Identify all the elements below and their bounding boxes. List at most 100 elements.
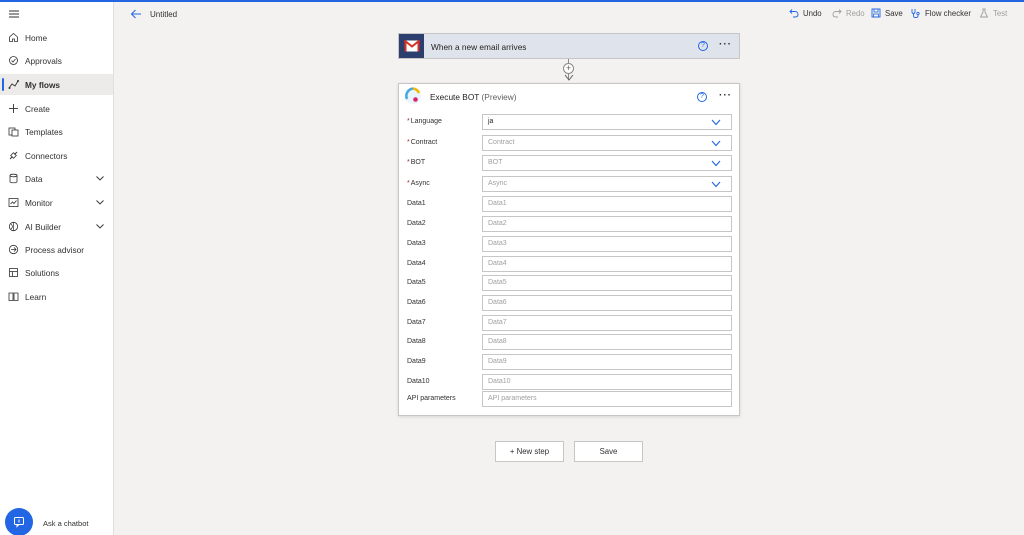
field-placeholder: BOT (488, 159, 503, 166)
field-row-data5: Data5 Data5 (399, 275, 739, 293)
field-placeholder: Data5 (488, 279, 507, 286)
sidebar-item-label: Learn (25, 291, 47, 302)
arrow-down-icon (564, 74, 574, 81)
test-button[interactable]: Test (979, 8, 1007, 18)
chevron-down-icon[interactable] (95, 173, 105, 183)
new-step-button[interactable]: + New step (495, 441, 564, 462)
chevron-down-icon[interactable] (711, 181, 721, 188)
undo-label: Undo (803, 8, 822, 18)
field-label-text: Async (410, 180, 430, 187)
field-label-text: API parameters (407, 395, 456, 402)
field-placeholder: Data10 (488, 378, 511, 385)
chevron-down-icon[interactable] (711, 119, 721, 126)
input-data5[interactable]: Data5 (482, 275, 732, 291)
save-button[interactable]: Save (574, 441, 643, 462)
sidebar-item-my-flows[interactable]: My flows (0, 74, 113, 95)
field-label-text: Data1 (407, 200, 426, 207)
sidebar-item-label: Process advisor (25, 244, 85, 255)
sidebar-item-ai-builder[interactable]: AI Builder (0, 216, 113, 237)
field-label: Data7 (407, 319, 426, 326)
input-api-parameters[interactable]: API parameters (482, 391, 732, 407)
trigger-card[interactable]: When a new email arrives ? ··· (398, 33, 740, 59)
back-arrow-icon[interactable] (130, 8, 142, 20)
field-label: API parameters (407, 395, 456, 402)
sidebar-item-home[interactable]: Home (0, 27, 113, 48)
chatbot-label[interactable]: Ask a chatbot (43, 519, 88, 528)
sidebar-item-connectors[interactable]: Connectors (0, 145, 113, 166)
solutions-icon (8, 267, 19, 278)
input-data7[interactable]: Data7 (482, 315, 732, 331)
field-label: Data8 (407, 338, 426, 345)
input-data1[interactable]: Data1 (482, 196, 732, 212)
field-row-api-parameters: API parameters API parameters (399, 391, 739, 409)
chatbot-icon (14, 517, 24, 528)
save-toolbar-button[interactable]: Save (871, 8, 903, 18)
sidebar-item-label: Connectors (25, 150, 68, 161)
field-placeholder: Data1 (488, 200, 507, 207)
sidebar-item-label: Data (25, 173, 43, 184)
help-icon[interactable]: ? (697, 92, 707, 102)
field-row-data3: Data3 Data3 (399, 236, 739, 254)
chevron-down-icon[interactable] (711, 140, 721, 147)
redo-button[interactable]: Redo (832, 8, 865, 18)
sidebar-item-solutions[interactable]: Solutions (0, 262, 113, 283)
redo-icon (832, 9, 842, 18)
more-options-icon[interactable]: ··· (719, 90, 732, 101)
field-label-text: Data7 (407, 319, 426, 326)
sidebar-item-templates[interactable]: Templates (0, 121, 113, 142)
approvals-icon (8, 55, 19, 66)
trigger-title: When a new email arrives (431, 42, 527, 52)
sidebar-item-approvals[interactable]: Approvals (0, 50, 113, 71)
input-data9[interactable]: Data9 (482, 354, 732, 370)
sidebar-item-data[interactable]: Data (0, 168, 113, 189)
chevron-down-icon[interactable] (95, 221, 105, 231)
field-placeholder: Data8 (488, 338, 507, 345)
field-label: Data10 (407, 378, 430, 385)
sidebar-item-process-advisor[interactable]: Process advisor (0, 239, 113, 260)
field-placeholder: Async (488, 180, 508, 187)
input-data3[interactable]: Data3 (482, 236, 732, 252)
field-label: Data2 (407, 220, 426, 227)
chevron-down-icon[interactable] (95, 197, 105, 207)
flow-title[interactable]: Untitled (150, 10, 177, 19)
dropdown-async[interactable]: Async (482, 176, 732, 192)
more-options-icon[interactable]: ··· (719, 39, 732, 50)
field-label-text: Data3 (407, 240, 426, 247)
learn-icon (8, 291, 19, 302)
sidebar-item-label: Home (25, 32, 48, 43)
hamburger-menu-icon[interactable] (8, 8, 20, 20)
flow-checker-button[interactable]: Flow checker (910, 8, 971, 19)
action-card-header[interactable]: Execute BOT (Preview) ? ··· (399, 84, 739, 110)
input-data6[interactable]: Data6 (482, 295, 732, 311)
required-marker: * (407, 118, 410, 125)
field-label: Data5 (407, 279, 426, 286)
field-label-text: Contract (410, 139, 438, 146)
undo-button[interactable]: Undo (789, 8, 822, 18)
field-label-text: Language (410, 118, 442, 125)
field-label: Data6 (407, 299, 426, 306)
sidebar-item-label: Monitor (25, 197, 53, 208)
field-placeholder: Data9 (488, 358, 507, 365)
sidebar-item-create[interactable]: Create (0, 98, 113, 119)
input-data10[interactable]: Data10 (482, 374, 732, 390)
chatbot-button[interactable] (5, 508, 33, 535)
sidebar-item-learn[interactable]: Learn (0, 286, 113, 307)
dropdown-language[interactable]: ja (482, 114, 732, 130)
sidebar-item-label: AI Builder (25, 221, 61, 232)
insert-step-plus-icon[interactable]: + (563, 63, 574, 74)
field-label-text: Data4 (407, 260, 426, 267)
input-data4[interactable]: Data4 (482, 256, 732, 272)
field-row-data2: Data2 Data2 (399, 216, 739, 234)
dropdown-contract[interactable]: Contract (482, 135, 732, 151)
field-label-text: BOT (410, 159, 426, 166)
sidebar-item-monitor[interactable]: Monitor (0, 192, 113, 213)
plus-icon (8, 103, 19, 114)
sidebar-item-label: My flows (25, 79, 61, 90)
home-icon (8, 32, 19, 43)
field-label-text: Data8 (407, 338, 426, 345)
input-data8[interactable]: Data8 (482, 334, 732, 350)
chevron-down-icon[interactable] (711, 160, 721, 167)
help-icon[interactable]: ? (698, 41, 708, 51)
dropdown-bot[interactable]: BOT (482, 155, 732, 171)
input-data2[interactable]: Data2 (482, 216, 732, 232)
